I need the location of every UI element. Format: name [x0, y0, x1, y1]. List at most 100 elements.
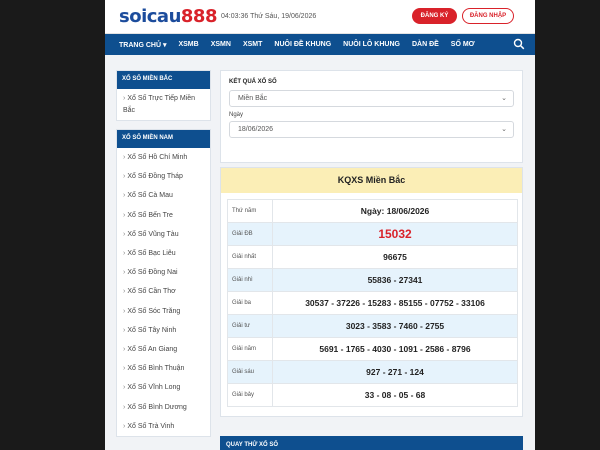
sidebar-item[interactable]: › Xổ Số Cần Thơ — [117, 282, 210, 301]
table-row: Giải năm 5691 - 1765 - 4030 - 1091 - 258… — [227, 337, 518, 361]
sidebar-section-north: XỔ SỐ MIỀN BẮC › Xổ Số Trực Tiếp Miền Bắc — [116, 70, 211, 121]
sidebar-item[interactable]: › Xổ Số An Giang — [117, 340, 210, 359]
chevron-right-icon: › — [123, 250, 126, 258]
sidebar-item-label: Xổ Số Trực Tiếp Miền Bắc — [123, 95, 196, 114]
nav-item-dan-de[interactable]: DÀN ĐỀ — [406, 41, 445, 48]
sidebar-item[interactable]: › Xổ Số Vĩnh Long — [117, 378, 210, 397]
prize-label: Giải ba — [227, 291, 273, 315]
chevron-right-icon: › — [123, 346, 126, 354]
chevron-right-icon: › — [123, 211, 126, 219]
sidebar-item-label: Xổ Số Bạc Liêu — [127, 250, 176, 258]
sidebar-item[interactable]: › Xổ Số Vũng Tàu — [117, 225, 210, 244]
result-title: KQXS Miền Bắc — [221, 168, 522, 193]
table-row: Giải nhất 96675 — [227, 245, 518, 269]
sidebar-item[interactable]: › Xổ Số Sóc Trăng — [117, 302, 210, 321]
current-datetime: 04:03:36 Thứ Sáu, 19/06/2026 — [221, 13, 317, 20]
prize-label: Giải nhất — [227, 245, 273, 269]
sidebar-item[interactable]: › Xổ Số Bình Dương — [117, 398, 210, 417]
sidebar-item[interactable]: › Xổ Số Bình Thuận — [117, 359, 210, 378]
search-icon[interactable] — [513, 38, 525, 50]
chevron-right-icon: › — [123, 403, 126, 411]
sidebar-item-label: Xổ Số Bình Thuận — [127, 365, 185, 373]
sidebar-item[interactable]: › Xổ Số Trực Tiếp Miền Bắc — [117, 89, 210, 120]
prize-label: Giải tư — [227, 314, 273, 338]
login-button[interactable]: ĐĂNG NHẬP — [462, 8, 514, 24]
top-bar: soicau888 04:03:36 Thứ Sáu, 19/06/2026 Đ… — [105, 0, 535, 34]
sidebar-item-label: Xổ Số Trà Vinh — [127, 422, 175, 430]
prize-value: 3023 - 3583 - 7460 - 2755 — [272, 314, 518, 338]
prize-value: 96675 — [272, 245, 518, 269]
region-select[interactable]: Miền Bắc ⌄ — [229, 90, 514, 107]
table-row: Thứ năm Ngày: 18/06/2026 — [227, 199, 518, 223]
chevron-right-icon: › — [123, 288, 126, 296]
chevron-right-icon: › — [123, 269, 126, 277]
sidebar-item[interactable]: › Xổ Số Trà Vinh — [117, 417, 210, 436]
sidebar-item[interactable]: › Xổ Số Đồng Tháp — [117, 167, 210, 186]
filter-title: KẾT QUẢ XỔ SỐ — [229, 79, 277, 85]
sidebar-item-label: Xổ Số Sóc Trăng — [127, 307, 181, 315]
prize-value: 927 - 271 - 124 — [272, 360, 518, 384]
chevron-right-icon: › — [123, 422, 126, 430]
special-prize-value: 15032 — [272, 222, 518, 246]
date-select[interactable]: 18/06/2026 ⌄ — [229, 121, 514, 138]
sidebar-item[interactable]: › Xổ Số Đồng Nai — [117, 263, 210, 282]
nav-item-home[interactable]: TRANG CHỦ ▾ — [113, 41, 172, 49]
prize-value: 55836 - 27341 — [272, 268, 518, 292]
sidebar-item[interactable]: › Xổ Số Bạc Liêu — [117, 244, 210, 263]
table-row: Giải sáu 927 - 271 - 124 — [227, 360, 518, 384]
prize-label: Thứ năm — [227, 199, 273, 223]
nav-item-xsmt[interactable]: XSMT — [237, 41, 268, 48]
sidebar-item[interactable]: › Xổ Số Bến Tre — [117, 206, 210, 225]
site-logo[interactable]: soicau888 — [119, 6, 217, 27]
nav-item-so-mo[interactable]: SỐ MƠ — [445, 41, 481, 48]
sidebar-item-label: Xổ Số Vũng Tàu — [127, 230, 179, 238]
sidebar-section-title: XỔ SỐ MIỀN BẮC — [117, 71, 210, 89]
table-row: Giải nhì 55836 - 27341 — [227, 268, 518, 292]
prize-label: Giải năm — [227, 337, 273, 361]
sidebar-item[interactable]: › Xổ Số Hồ Chí Minh — [117, 148, 210, 167]
chevron-right-icon: › — [123, 307, 126, 315]
table-row: Giải ba 30537 - 37226 - 15283 - 85155 - … — [227, 291, 518, 315]
chevron-right-icon: › — [123, 326, 126, 334]
sidebar-item-label: Xổ Số Cà Mau — [127, 192, 173, 200]
logo-text: soicau — [119, 6, 181, 27]
chevron-right-icon: › — [123, 365, 126, 373]
table-row: Giải bảy 33 - 08 - 05 - 68 — [227, 383, 518, 407]
result-filter: KẾT QUẢ XỔ SỐ Miền Bắc ⌄ Ngày 18/06/2026… — [220, 70, 523, 163]
result-date: Ngày: 18/06/2026 — [272, 199, 518, 223]
sidebar-section-south: XỔ SỐ MIỀN NAM › Xổ Số Hồ Chí Minh › Xổ Số… — [116, 129, 211, 438]
sidebar-section-title: XỔ SỐ MIỀN NAM — [117, 130, 210, 148]
prize-label: Giải nhì — [227, 268, 273, 292]
prize-value: 30537 - 37226 - 15283 - 85155 - 07752 - … — [272, 291, 518, 315]
register-button[interactable]: ĐĂNG KÝ — [412, 8, 457, 24]
result-table: Thứ năm Ngày: 18/06/2026 Giải ĐB 15032 G… — [227, 199, 518, 407]
table-row: Giải ĐB 15032 — [227, 222, 518, 246]
quay-thu-header: QUAY THỬ XỔ SỐ — [220, 436, 523, 450]
sidebar-item[interactable]: › Xổ Số Tây Ninh — [117, 321, 210, 340]
result-panel: KQXS Miền Bắc Thứ năm Ngày: 18/06/2026 G… — [220, 167, 523, 417]
sidebar: XỔ SỐ MIỀN BẮC › Xổ Số Trực Tiếp Miền Bắc… — [116, 70, 211, 445]
date-select-value: 18/06/2026 — [238, 126, 274, 133]
prize-value: 33 - 08 - 05 - 68 — [272, 383, 518, 407]
nav-item-xsmn[interactable]: XSMN — [205, 41, 237, 48]
nav-item-nuoi-de-khung[interactable]: NUÔI ĐỀ KHUNG — [268, 41, 337, 48]
table-row: Giải tư 3023 - 3583 - 7460 - 2755 — [227, 314, 518, 338]
chevron-down-icon: ⌄ — [501, 126, 507, 133]
prize-value: 5691 - 1765 - 4030 - 1091 - 2586 - 8796 — [272, 337, 518, 361]
chevron-down-icon: ⌄ — [501, 95, 507, 102]
sidebar-item-label: Xổ Số An Giang — [127, 346, 178, 354]
chevron-right-icon: › — [123, 95, 126, 102]
chevron-right-icon: › — [123, 384, 126, 392]
region-select-value: Miền Bắc — [238, 95, 268, 102]
sidebar-item-label: Xổ Số Vĩnh Long — [127, 384, 181, 392]
prize-label: Giải bảy — [227, 383, 273, 407]
chevron-right-icon: › — [123, 154, 126, 161]
nav-item-nuoi-lo-khung[interactable]: NUÔI LÔ KHUNG — [337, 41, 406, 48]
page: soicau888 04:03:36 Thứ Sáu, 19/06/2026 Đ… — [105, 0, 535, 450]
nav-item-xsmb[interactable]: XSMB — [172, 41, 204, 48]
chevron-right-icon: › — [123, 173, 126, 181]
sidebar-item[interactable]: › Xổ Số Cà Mau — [117, 186, 210, 205]
prize-label: Giải sáu — [227, 360, 273, 384]
chevron-right-icon: › — [123, 192, 126, 200]
sidebar-item-label: Xổ Số Cần Thơ — [127, 288, 176, 296]
